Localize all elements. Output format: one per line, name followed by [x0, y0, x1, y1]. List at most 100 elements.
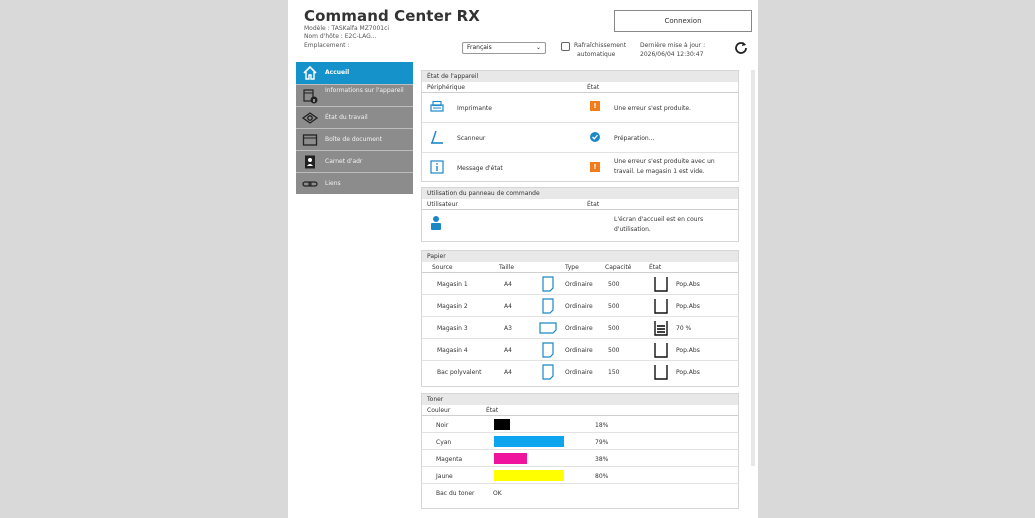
- toner-row: Cyan 79%: [422, 433, 738, 450]
- auto-refresh-label: Rafraîchissement automatique: [574, 41, 626, 59]
- col-status: État: [486, 407, 499, 414]
- paper-portrait-icon: [542, 342, 554, 358]
- device-info-icon: [303, 89, 318, 104]
- device-name: Message d'état: [457, 165, 503, 172]
- language-select[interactable]: Français ⌄: [462, 42, 546, 54]
- paper-type: Ordinaire: [565, 303, 593, 310]
- col-source: Source: [432, 264, 453, 271]
- paper-capacity: 500: [608, 303, 620, 310]
- auto-refresh-checkbox[interactable]: [561, 42, 570, 51]
- paper-source: Magasin 2: [437, 303, 468, 310]
- sidebar-item-document-box[interactable]: Boîte de document: [296, 128, 413, 150]
- toner-color-name: Jaune: [436, 473, 453, 480]
- sidebar-item-label: Liens: [325, 180, 341, 187]
- toner-percent: 80%: [595, 473, 609, 480]
- login-button[interactable]: Connexion: [614, 10, 752, 32]
- col-status: État: [587, 201, 600, 208]
- toner-color-name: Cyan: [436, 439, 452, 446]
- panel-usage-panel: Utilisation du panneau de commande Utili…: [421, 187, 739, 242]
- sidebar-item-device-info[interactable]: Informations sur l'appareil: [296, 84, 413, 106]
- sidebar-item-label: Boîte de document: [325, 136, 383, 143]
- paper-status: Pop.Abs: [676, 281, 700, 288]
- toner-rows: Noir 18% Cyan 79% Magenta 38% Jaune 80%: [422, 416, 738, 484]
- paper-status: Pop.Abs: [676, 347, 700, 354]
- device-row-printer: Imprimante ! Une erreur s'est produite.: [422, 93, 738, 123]
- paper-source: Magasin 1: [437, 281, 468, 288]
- sidebar-item-label: Informations sur l'appareil: [325, 87, 404, 94]
- paper-panel: Papier Source Taille Type Capacité État …: [421, 250, 739, 387]
- panel-usage-title: Utilisation du panneau de commande: [422, 188, 738, 199]
- last-update-time: 2026/06/04 12:30:47: [640, 51, 704, 58]
- toner-percent: 38%: [595, 456, 609, 463]
- paper-tray-level-icon: [654, 299, 668, 314]
- warning-icon: !: [590, 101, 600, 111]
- paper-row: Magasin 3 A3 Ordinaire 500 70 %: [422, 317, 738, 339]
- sidebar: Accueil Informations sur l'appareil État…: [296, 62, 413, 194]
- panel-usage-header: Utilisateur État: [422, 199, 738, 210]
- paper-type: Ordinaire: [565, 281, 593, 288]
- device-row-scanner: Scanneur Préparation...: [422, 123, 738, 153]
- device-name: Imprimante: [457, 105, 492, 112]
- panel-usage-status-line2: d'utilisation.: [614, 226, 651, 233]
- panel-usage-row: L'écran d'accueil est en cours d'utilisa…: [422, 210, 738, 240]
- paper-capacity: 500: [608, 281, 620, 288]
- paper-row: Magasin 2 A4 Ordinaire 500 Pop.Abs: [422, 295, 738, 317]
- scrollbar[interactable]: [751, 70, 755, 466]
- sidebar-item-home[interactable]: Accueil: [296, 62, 413, 84]
- device-row-message: Message d'état ! Une erreur s'est produi…: [422, 153, 738, 183]
- paper-source: Magasin 3: [437, 325, 468, 332]
- paper-source: Bac polyvalent: [437, 369, 482, 376]
- paper-tray-level-icon: [654, 343, 668, 358]
- refresh-icon[interactable]: [734, 40, 748, 54]
- auto-refresh-label-line1: Rafraîchissement: [574, 42, 627, 49]
- toner-level-bar: [494, 419, 510, 430]
- sidebar-item-links[interactable]: Liens: [296, 172, 413, 194]
- sidebar-item-address-book[interactable]: Carnet d'adr: [296, 150, 413, 172]
- user-icon: [431, 216, 441, 230]
- check-icon: [590, 132, 600, 142]
- info-icon: [430, 160, 444, 174]
- paper-type: Ordinaire: [565, 347, 593, 354]
- paper-landscape-icon: [539, 322, 557, 334]
- waste-toner-label: Bac du toner: [436, 490, 475, 497]
- paper-tray-level-icon: [654, 321, 668, 336]
- paper-status: Pop.Abs: [676, 303, 700, 310]
- paper-portrait-icon: [542, 298, 554, 314]
- toner-color-name: Noir: [436, 422, 449, 429]
- paper-row: Magasin 1 A4 Ordinaire 500 Pop.Abs: [422, 273, 738, 295]
- device-name: Scanneur: [457, 135, 486, 142]
- col-capacity: Capacité: [605, 264, 632, 271]
- job-status-icon: [302, 112, 318, 124]
- link-icon: [302, 181, 318, 187]
- device-status-text: Préparation...: [614, 135, 655, 142]
- device-status-text: Une erreur s'est produite.: [614, 105, 691, 112]
- paper-status: Pop.Abs: [676, 369, 700, 376]
- sidebar-item-label: Accueil: [325, 69, 350, 76]
- paper-size: A4: [504, 347, 512, 354]
- warning-icon: !: [590, 162, 600, 172]
- col-type: Type: [565, 264, 579, 271]
- last-update-label: Dernière mise à jour :: [640, 42, 706, 49]
- device-status-header: Périphérique État: [422, 82, 738, 93]
- toner-color-name: Magenta: [436, 456, 463, 463]
- toner-percent: 18%: [595, 422, 609, 429]
- paper-source: Magasin 4: [437, 347, 468, 354]
- paper-size: A4: [504, 281, 512, 288]
- toner-title: Toner: [422, 394, 738, 405]
- address-book-icon: [305, 155, 315, 169]
- paper-size: A3: [504, 325, 512, 332]
- paper-tray-level-icon: [654, 277, 668, 292]
- paper-portrait-icon: [542, 364, 554, 380]
- paper-type: Ordinaire: [565, 325, 593, 332]
- paper-size: A4: [504, 303, 512, 310]
- sidebar-item-job-status[interactable]: État du travail: [296, 106, 413, 128]
- paper-capacity: 500: [608, 347, 620, 354]
- col-status: État: [587, 84, 600, 91]
- toner-row: Noir 18%: [422, 416, 738, 433]
- scanner-icon: [431, 130, 443, 144]
- model-text: Modèle : TASKalfa MZ7001ci: [304, 25, 390, 32]
- app-title: Command Center RX: [304, 7, 480, 25]
- paper-type: Ordinaire: [565, 369, 593, 376]
- toner-level-bar: [494, 470, 564, 481]
- chevron-down-icon: ⌄: [535, 44, 541, 51]
